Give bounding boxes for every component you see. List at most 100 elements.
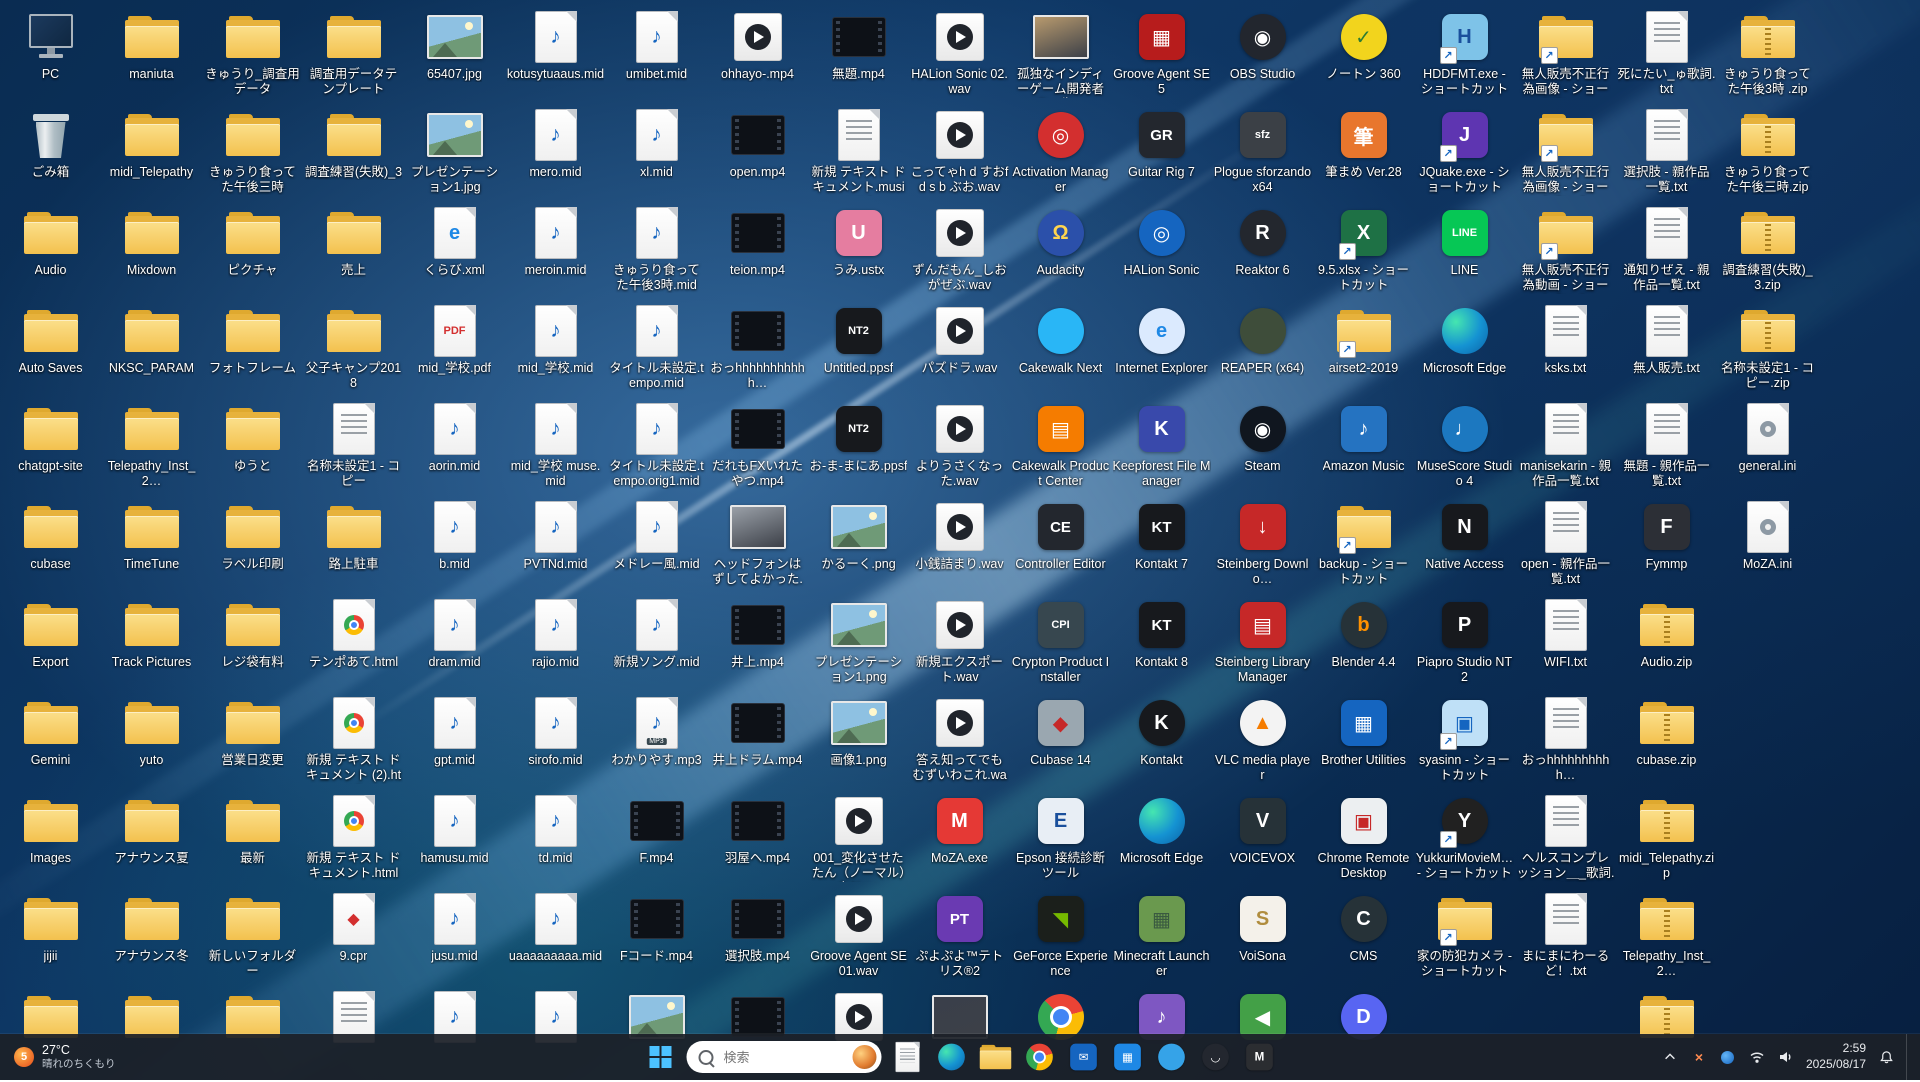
desktop-icon[interactable]: ◥GeForce Experience <box>1010 886 1111 984</box>
desktop-icon[interactable]: よりうさくなった.wav <box>909 396 1010 494</box>
tray-chevron-up-icon[interactable] <box>1661 1048 1679 1066</box>
desktop-icon[interactable]: midi_Telepathy.zip <box>1616 788 1717 886</box>
desktop-icon[interactable]: H↗HDDFMT.exe - ショートカット <box>1414 4 1515 102</box>
desktop-icon[interactable]: WIFI.txt <box>1515 592 1616 690</box>
desktop-icon[interactable]: ♪umibet.mid <box>606 4 707 102</box>
desktop-icon[interactable]: 父子キャンプ2018 <box>303 298 404 396</box>
desktop-icon[interactable]: TimeTune <box>101 494 202 592</box>
desktop-icon[interactable]: ▤Cakewalk Product Center <box>1010 396 1111 494</box>
taskbar-app-m-app[interactable]: M <box>1240 1037 1280 1077</box>
search-input[interactable] <box>722 1049 845 1066</box>
desktop-icon[interactable]: ♪xl.mid <box>606 102 707 200</box>
desktop-icon[interactable]: 新規エクスポート.wav <box>909 592 1010 690</box>
desktop-icon[interactable]: Microsoft Edge <box>1111 788 1212 886</box>
desktop-icon[interactable]: Auto Saves <box>0 298 101 396</box>
desktop-icon[interactable]: きゅうり食ってた午後3時 .zip <box>1717 4 1818 102</box>
desktop-icon[interactable]: ♪uaaaaaaaaa.mid <box>505 886 606 984</box>
desktop-icon[interactable]: ♪aorin.mid <box>404 396 505 494</box>
desktop-icon[interactable]: ヘッドフォンはずしてよかった.mp4 <box>707 494 808 592</box>
desktop-icon[interactable]: ▣↗syasinn - ショートカット <box>1414 690 1515 788</box>
desktop-icon[interactable]: Audio <box>0 200 101 298</box>
desktop-icon[interactable]: 名称未設定1 - コピー <box>303 396 404 494</box>
desktop-icon[interactable]: ラベル印刷 <box>202 494 303 592</box>
desktop-icon[interactable]: Gemini <box>0 690 101 788</box>
desktop-icon[interactable]: ◎HALion Sonic <box>1111 200 1212 298</box>
taskbar-app-file-explorer[interactable] <box>976 1037 1016 1077</box>
desktop-icon[interactable]: 売上 <box>303 200 404 298</box>
desktop-icon[interactable]: X↗9.5.xlsx - ショートカット <box>1313 200 1414 298</box>
desktop-icon[interactable]: PTぷよぷよ™テトリス®2 <box>909 886 1010 984</box>
desktop-icon[interactable]: こってゃh d すおf d s b ぶお.wav <box>909 102 1010 200</box>
desktop-icon[interactable]: MMoZA.exe <box>909 788 1010 886</box>
desktop-icon[interactable]: ↗家の防犯カメラ - ショートカット <box>1414 886 1515 984</box>
desktop-icon[interactable]: ヘルスコンプレッション＿_歌詞.txt <box>1515 788 1616 886</box>
desktop-icon[interactable]: ▤Steinberg Library Manager <box>1212 592 1313 690</box>
taskbar-app-mail[interactable]: ✉ <box>1064 1037 1104 1077</box>
desktop-icon[interactable]: 新規 テキスト ドキュメント.html <box>303 788 404 886</box>
desktop-icon[interactable]: レジ袋有料 <box>202 592 303 690</box>
desktop-icon[interactable]: きゅうり_調査用データ <box>202 4 303 102</box>
desktop-icon[interactable]: ↗airset2-2019 <box>1313 298 1414 396</box>
desktop-icon[interactable]: EEpson 接続診断ツール <box>1010 788 1111 886</box>
desktop-icon[interactable]: ♪タイトル未設定.tempo.mid <box>606 298 707 396</box>
desktop-icon[interactable]: ごみ箱 <box>0 102 101 200</box>
desktop-icon[interactable]: ♪タイトル未設定.tempo.orig1.mid <box>606 396 707 494</box>
desktop-icon[interactable]: 001_変化させたたん（ノーマル）_今じゃ… <box>808 788 909 886</box>
desktop-icon[interactable]: 新規 テキスト ドキュメント.musicxml <box>808 102 909 200</box>
desktop-icon[interactable]: ◉Steam <box>1212 396 1313 494</box>
desktop-icon[interactable]: おっhhhhhhhhhhh… <box>707 298 808 396</box>
desktop-icon[interactable]: Cakewalk Next <box>1010 298 1111 396</box>
desktop-icon[interactable]: CCMS <box>1313 886 1414 984</box>
desktop-icon[interactable]: MoZA.ini <box>1717 494 1818 592</box>
desktop-icon[interactable]: CPICrypton Product Installer <box>1010 592 1111 690</box>
desktop-icon[interactable]: ゆうと <box>202 396 303 494</box>
desktop-icon[interactable]: Microsoft Edge <box>1414 298 1515 396</box>
desktop-icon[interactable]: ohhayo-.mp4 <box>707 4 808 102</box>
desktop-icon[interactable]: 路上駐車 <box>303 494 404 592</box>
desktop-icon[interactable]: アナウンス夏 <box>101 788 202 886</box>
desktop-icon[interactable]: 画像1.png <box>808 690 909 788</box>
desktop-icon[interactable]: HALion Sonic 02.wav <box>909 4 1010 102</box>
desktop-icon[interactable]: テンポあて.html <box>303 592 404 690</box>
desktop-icon[interactable]: ♪mid_学校.mid <box>505 298 606 396</box>
desktop-icon[interactable]: Telepathy_Inst_2… <box>1616 886 1717 984</box>
desktop-icon[interactable]: RReaktor 6 <box>1212 200 1313 298</box>
desktop-icon[interactable]: ♪mid_学校 muse.mid <box>505 396 606 494</box>
desktop-icon[interactable]: 井上.mp4 <box>707 592 808 690</box>
desktop-icon[interactable]: yuto <box>101 690 202 788</box>
desktop-icon[interactable]: teion.mp4 <box>707 200 808 298</box>
desktop-icon[interactable]: 調査用データテンプレート <box>303 4 404 102</box>
taskbar-app-document-app[interactable] <box>888 1037 928 1077</box>
desktop-icon[interactable]: ♪td.mid <box>505 788 606 886</box>
tray-blue-app-icon[interactable] <box>1719 1048 1737 1066</box>
desktop-icon[interactable]: midi_Telepathy <box>101 102 202 200</box>
desktop-icon[interactable]: ΩAudacity <box>1010 200 1111 298</box>
desktop-icon[interactable]: ▣Chrome Remote Desktop <box>1313 788 1414 886</box>
desktop-icon[interactable]: NT2Untitled.ppsf <box>808 298 909 396</box>
desktop-icon[interactable]: ♪きゅうり食ってた午後3時.mid <box>606 200 707 298</box>
volume-icon[interactable] <box>1777 1048 1795 1066</box>
desktop-icon[interactable]: ↗無人販売不正行為動画 - ショートカット <box>1515 200 1616 298</box>
desktop-icon[interactable]: ▦Brother Utilities <box>1313 690 1414 788</box>
taskbar-app-office-grid[interactable]: ▦ <box>1108 1037 1148 1077</box>
desktop-icon[interactable]: 調査練習(失敗)_3 <box>303 102 404 200</box>
desktop-icon[interactable]: 無題.mp4 <box>808 4 909 102</box>
desktop-icon[interactable]: general.ini <box>1717 396 1818 494</box>
desktop-icon[interactable]: Export <box>0 592 101 690</box>
desktop-icon[interactable]: 筆筆まめ Ver.28 <box>1313 102 1414 200</box>
desktop-icon[interactable]: CEController Editor <box>1010 494 1111 592</box>
desktop-icon[interactable]: ◎Activation Manager <box>1010 102 1111 200</box>
taskbar-clock[interactable]: 2:59 2025/08/17 <box>1806 1041 1866 1072</box>
desktop-icon[interactable]: 羽屋ヘ.mp4 <box>707 788 808 886</box>
desktop-icon[interactable]: 営業日変更 <box>202 690 303 788</box>
desktop-icon[interactable]: manisekarin - 親作品一覧.txt <box>1515 396 1616 494</box>
desktop-icon[interactable]: おっhhhhhhhhhh… <box>1515 690 1616 788</box>
desktop-icon[interactable]: open.mp4 <box>707 102 808 200</box>
desktop-icon[interactable]: cubase <box>0 494 101 592</box>
desktop-icon[interactable]: 選択肢 - 親作品一覧.txt <box>1616 102 1717 200</box>
desktop-icon[interactable]: ↗backup - ショートカット <box>1313 494 1414 592</box>
desktop-icon[interactable]: 通知りぜえ - 親作品一覧.txt <box>1616 200 1717 298</box>
desktop-icon[interactable]: Track Pictures <box>101 592 202 690</box>
desktop-icon[interactable]: J↗JQuake.exe - ショートカット <box>1414 102 1515 200</box>
desktop-icon[interactable]: 無題 - 親作品一覧.txt <box>1616 396 1717 494</box>
